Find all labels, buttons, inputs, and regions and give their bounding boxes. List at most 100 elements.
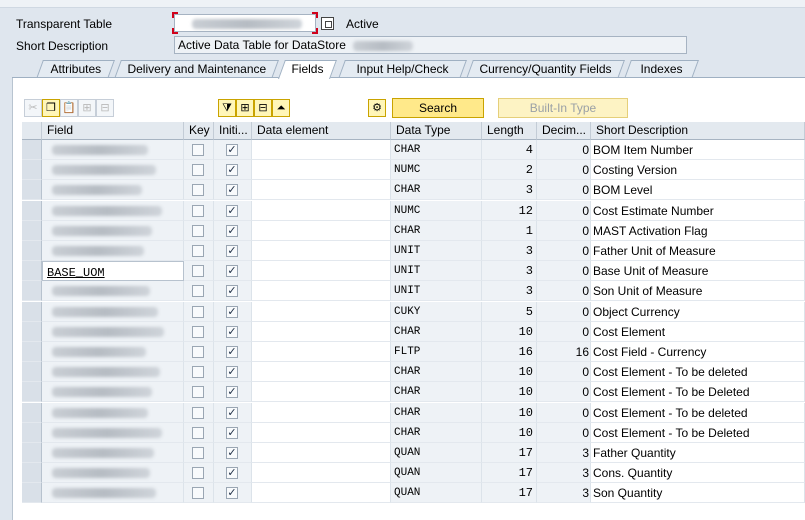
- value-help-icon[interactable]: [321, 17, 334, 30]
- field-name-cell[interactable]: [42, 463, 184, 484]
- key-checkbox[interactable]: [192, 184, 204, 197]
- initial-checkbox[interactable]: ✓: [226, 144, 238, 156]
- sort-icon[interactable]: ⏶: [272, 99, 290, 117]
- initial-checkbox[interactable]: ✓: [226, 426, 238, 439]
- field-name-cell[interactable]: [42, 382, 184, 403]
- row-selector[interactable]: [22, 342, 42, 362]
- data-element-cell[interactable]: [252, 321, 391, 342]
- col-header-decimals[interactable]: Decim...: [537, 122, 591, 140]
- field-name-cell[interactable]: [42, 342, 184, 362]
- row-selector[interactable]: [22, 160, 42, 181]
- initial-checkbox[interactable]: ✓: [226, 406, 238, 419]
- row-selector[interactable]: [22, 220, 42, 241]
- key-checkbox[interactable]: [192, 406, 204, 419]
- row-selector[interactable]: [22, 180, 42, 201]
- key-checkbox[interactable]: [192, 305, 204, 318]
- field-name-cell[interactable]: [42, 362, 184, 383]
- initial-checkbox[interactable]: ✓: [226, 386, 238, 399]
- initial-checkbox[interactable]: ✓: [226, 487, 238, 500]
- where-used-icon[interactable]: ⚙: [368, 99, 386, 117]
- key-checkbox[interactable]: [192, 447, 204, 459]
- data-element-cell[interactable]: [252, 483, 391, 504]
- collapse-icon[interactable]: ⊟: [254, 99, 272, 117]
- initial-checkbox[interactable]: ✓: [226, 467, 238, 480]
- row-selector[interactable]: [22, 301, 42, 322]
- data-element-cell[interactable]: [252, 382, 391, 403]
- field-name-cell[interactable]: [42, 160, 184, 181]
- field-name-cell[interactable]: [42, 321, 184, 342]
- data-element-cell[interactable]: [252, 220, 391, 241]
- initial-checkbox[interactable]: ✓: [226, 285, 238, 298]
- delete-row-icon[interactable]: ⊟: [96, 99, 114, 117]
- key-checkbox[interactable]: [192, 224, 204, 237]
- data-element-cell[interactable]: [252, 281, 391, 302]
- field-name-cell[interactable]: [42, 180, 184, 201]
- data-element-cell[interactable]: [252, 301, 391, 322]
- data-element-cell[interactable]: [252, 443, 391, 463]
- key-checkbox[interactable]: [192, 204, 204, 217]
- key-checkbox[interactable]: [192, 265, 204, 278]
- key-checkbox[interactable]: [192, 325, 204, 338]
- data-element-cell[interactable]: [252, 241, 391, 261]
- filter-icon[interactable]: ⧩: [218, 99, 236, 117]
- row-selector[interactable]: [22, 483, 42, 504]
- initial-checkbox[interactable]: ✓: [226, 305, 238, 318]
- row-selector[interactable]: [22, 443, 42, 463]
- initial-checkbox[interactable]: ✓: [226, 224, 238, 237]
- data-element-cell[interactable]: [252, 463, 391, 484]
- col-header-initial[interactable]: Initi...: [214, 122, 252, 140]
- initial-checkbox[interactable]: ✓: [226, 245, 238, 257]
- field-name-cell[interactable]: [42, 281, 184, 302]
- cut-icon[interactable]: ✂: [24, 99, 42, 117]
- select-all-header[interactable]: [22, 122, 42, 140]
- key-checkbox[interactable]: [192, 245, 204, 257]
- builtin-type-button[interactable]: Built-In Type: [498, 98, 628, 118]
- field-name-cell[interactable]: [42, 200, 184, 221]
- key-checkbox[interactable]: [192, 426, 204, 439]
- row-selector[interactable]: [22, 402, 42, 423]
- initial-checkbox[interactable]: ✓: [226, 346, 238, 358]
- initial-checkbox[interactable]: ✓: [226, 184, 238, 197]
- data-element-cell[interactable]: [252, 342, 391, 362]
- initial-checkbox[interactable]: ✓: [226, 204, 238, 217]
- row-selector[interactable]: [22, 200, 42, 221]
- row-selector[interactable]: [22, 241, 42, 261]
- key-checkbox[interactable]: [192, 366, 204, 379]
- field-name-cell[interactable]: [42, 422, 184, 443]
- field-name-cell[interactable]: [42, 402, 184, 423]
- key-checkbox[interactable]: [192, 386, 204, 399]
- row-selector[interactable]: [22, 382, 42, 403]
- field-name-cell[interactable]: [42, 301, 184, 322]
- data-element-cell[interactable]: [252, 261, 391, 282]
- row-selector[interactable]: [22, 261, 42, 282]
- initial-checkbox[interactable]: ✓: [226, 366, 238, 379]
- initial-checkbox[interactable]: ✓: [226, 325, 238, 338]
- col-header-key[interactable]: Key: [184, 122, 214, 140]
- paste-icon[interactable]: 📋: [60, 99, 78, 117]
- row-selector[interactable]: [22, 463, 42, 484]
- data-element-cell[interactable]: [252, 160, 391, 181]
- col-header-field[interactable]: Field: [42, 122, 184, 140]
- row-selector[interactable]: [22, 321, 42, 342]
- col-header-length[interactable]: Length: [482, 122, 537, 140]
- key-checkbox[interactable]: [192, 144, 204, 156]
- data-element-cell[interactable]: [252, 362, 391, 383]
- initial-checkbox[interactable]: ✓: [226, 164, 238, 177]
- short-desc-field[interactable]: Active Data Table for DataStore: [174, 36, 687, 54]
- row-selector[interactable]: [22, 422, 42, 443]
- expand-icon[interactable]: ⊞: [236, 99, 254, 117]
- insert-row-icon[interactable]: ⊞: [78, 99, 96, 117]
- initial-checkbox[interactable]: ✓: [226, 447, 238, 459]
- field-name-cell[interactable]: BASE_UOM: [42, 261, 184, 282]
- copy-icon[interactable]: ❐: [42, 99, 60, 117]
- row-selector[interactable]: [22, 362, 42, 383]
- row-selector[interactable]: [22, 140, 42, 160]
- data-element-cell[interactable]: [252, 200, 391, 221]
- field-name-cell[interactable]: [42, 241, 184, 261]
- field-name-cell[interactable]: [42, 443, 184, 463]
- data-element-cell[interactable]: [252, 180, 391, 201]
- field-name-cell[interactable]: [42, 140, 184, 160]
- key-checkbox[interactable]: [192, 487, 204, 500]
- col-header-short-desc[interactable]: Short Description: [591, 122, 805, 140]
- data-element-cell[interactable]: [252, 140, 391, 160]
